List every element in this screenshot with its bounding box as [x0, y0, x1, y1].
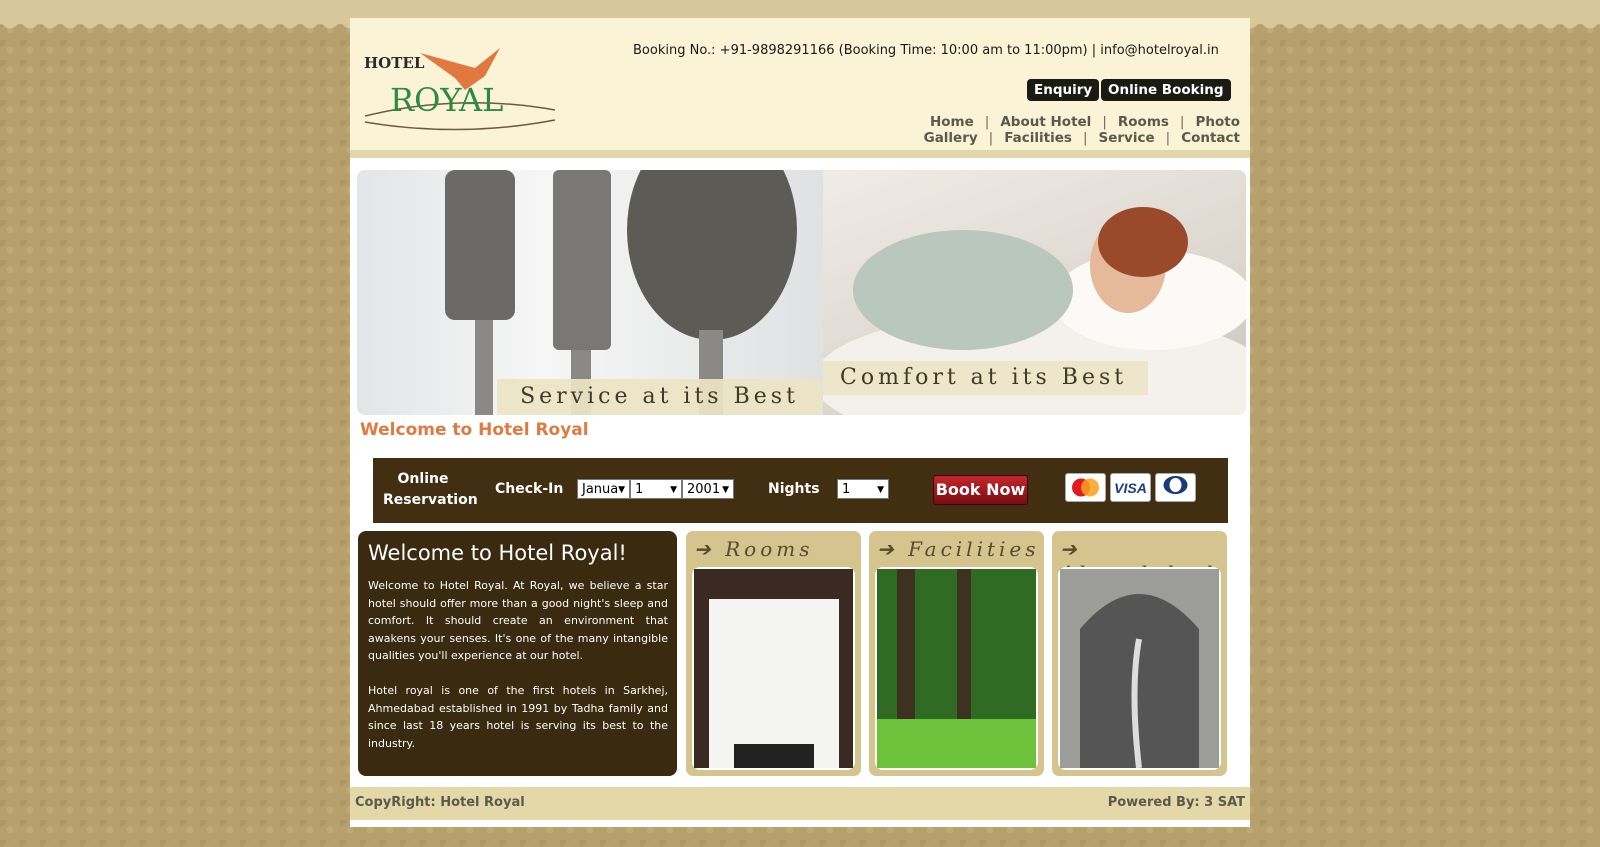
header: HOTEL ROYAL Booking No.: +91-9898291166 …	[350, 18, 1250, 150]
main-nav: Home | About Hotel | Rooms | Photo Gallery | Fac…	[650, 114, 1240, 146]
nav-separator: |	[988, 130, 994, 146]
page-container: HOTEL ROYAL Booking No.: +91-9898291166 …	[350, 18, 1250, 827]
rooms-panel-title: ➔ Rooms	[694, 537, 814, 561]
nav-about-hotel[interactable]: About Hotel	[1000, 114, 1091, 130]
mastercard-icon	[1065, 473, 1106, 502]
facilities-panel-title: ➔ Facilities	[877, 537, 1040, 561]
footer: CopyRight: Hotel Royal Powered By: 3 SAT	[350, 787, 1250, 820]
enquiry-button[interactable]: Enquiry	[1027, 79, 1100, 101]
logo-big-text: ROYAL	[390, 81, 503, 119]
nav-facilities[interactable]: Facilities	[1004, 130, 1072, 146]
cutlery-image: Service at its Best	[357, 170, 823, 415]
checkin-month-select[interactable]: Janua ▼	[577, 479, 630, 499]
chevron-down-icon: ▼	[722, 485, 729, 495]
reservation-bar: Online Reservation Check-In Janua ▼ 1 ▼ 20…	[373, 458, 1228, 523]
svg-text:VISA: VISA	[1114, 480, 1147, 496]
nav-contact[interactable]: Contact	[1181, 130, 1240, 146]
nav-separator: |	[1102, 114, 1107, 130]
nav-home[interactable]: Home	[930, 114, 974, 130]
reservation-label-line1: Online	[397, 471, 449, 487]
intro-title: Welcome to Hotel Royal!	[368, 541, 627, 565]
hero-banner: Service at its Best Comfort at its Best	[357, 170, 1246, 415]
nav-rooms[interactable]: Rooms	[1118, 114, 1169, 130]
welcome-heading: Welcome to Hotel Royal	[360, 420, 589, 440]
book-now-button[interactable]: Book Now	[933, 475, 1028, 505]
intro-paragraph-1: Welcome to Hotel Royal. At Royal, we bel…	[368, 579, 668, 662]
intro-box: Welcome to Hotel Royal! Welcome to Hotel…	[358, 531, 677, 776]
jali-window-image[interactable]	[1058, 567, 1221, 770]
footer-copyright: CopyRight: Hotel Royal	[355, 795, 525, 810]
diners-club-icon	[1155, 473, 1196, 502]
intro-paragraph-2: Hotel royal is one of the first hotels i…	[368, 684, 668, 750]
booking-info: Booking No.: +91-9898291166 (Booking Tim…	[633, 43, 1219, 58]
ahmedabad-panel[interactable]: ➔ Ahmedabad	[1052, 531, 1227, 776]
header-divider	[350, 150, 1250, 158]
checkin-day-select[interactable]: 1 ▼	[630, 479, 682, 499]
chevron-down-icon: ▼	[670, 485, 677, 495]
facilities-panel[interactable]: ➔ Facilities	[869, 531, 1044, 776]
nav-separator: |	[984, 114, 990, 130]
nav-separator: |	[1165, 130, 1171, 146]
rooms-panel[interactable]: ➔ Rooms	[686, 531, 861, 776]
logo-small-text: HOTEL	[364, 54, 425, 72]
garden-image[interactable]	[875, 567, 1038, 770]
hotel-logo[interactable]: HOTEL ROYAL	[360, 38, 565, 138]
nights-select[interactable]: 1 ▼	[837, 479, 889, 499]
nav-service[interactable]: Service	[1099, 130, 1155, 146]
sleeping-woman-image: Comfort at its Best	[813, 170, 1246, 415]
checkin-label: Check-In	[495, 481, 564, 497]
checkin-year-select[interactable]: 2001 ▼	[682, 479, 734, 499]
chevron-down-icon: ▼	[618, 485, 625, 495]
banner-caption-service: Service at its Best	[497, 379, 822, 415]
footer-powered-by[interactable]: Powered By: 3 SAT	[1108, 795, 1245, 810]
nav-separator: |	[1082, 130, 1088, 146]
banner-caption-comfort: Comfort at its Best	[823, 361, 1148, 395]
visa-icon: VISA	[1110, 473, 1151, 502]
nav-separator: |	[1179, 114, 1185, 130]
chevron-down-icon: ▼	[877, 485, 884, 495]
nights-label: Nights	[768, 481, 820, 497]
reservation-label: Online Reservation	[383, 469, 478, 511]
reservation-label-line2: Reservation	[383, 492, 478, 508]
room-bed-image[interactable]	[692, 567, 855, 770]
online-booking-button[interactable]: Online Booking	[1101, 79, 1231, 101]
